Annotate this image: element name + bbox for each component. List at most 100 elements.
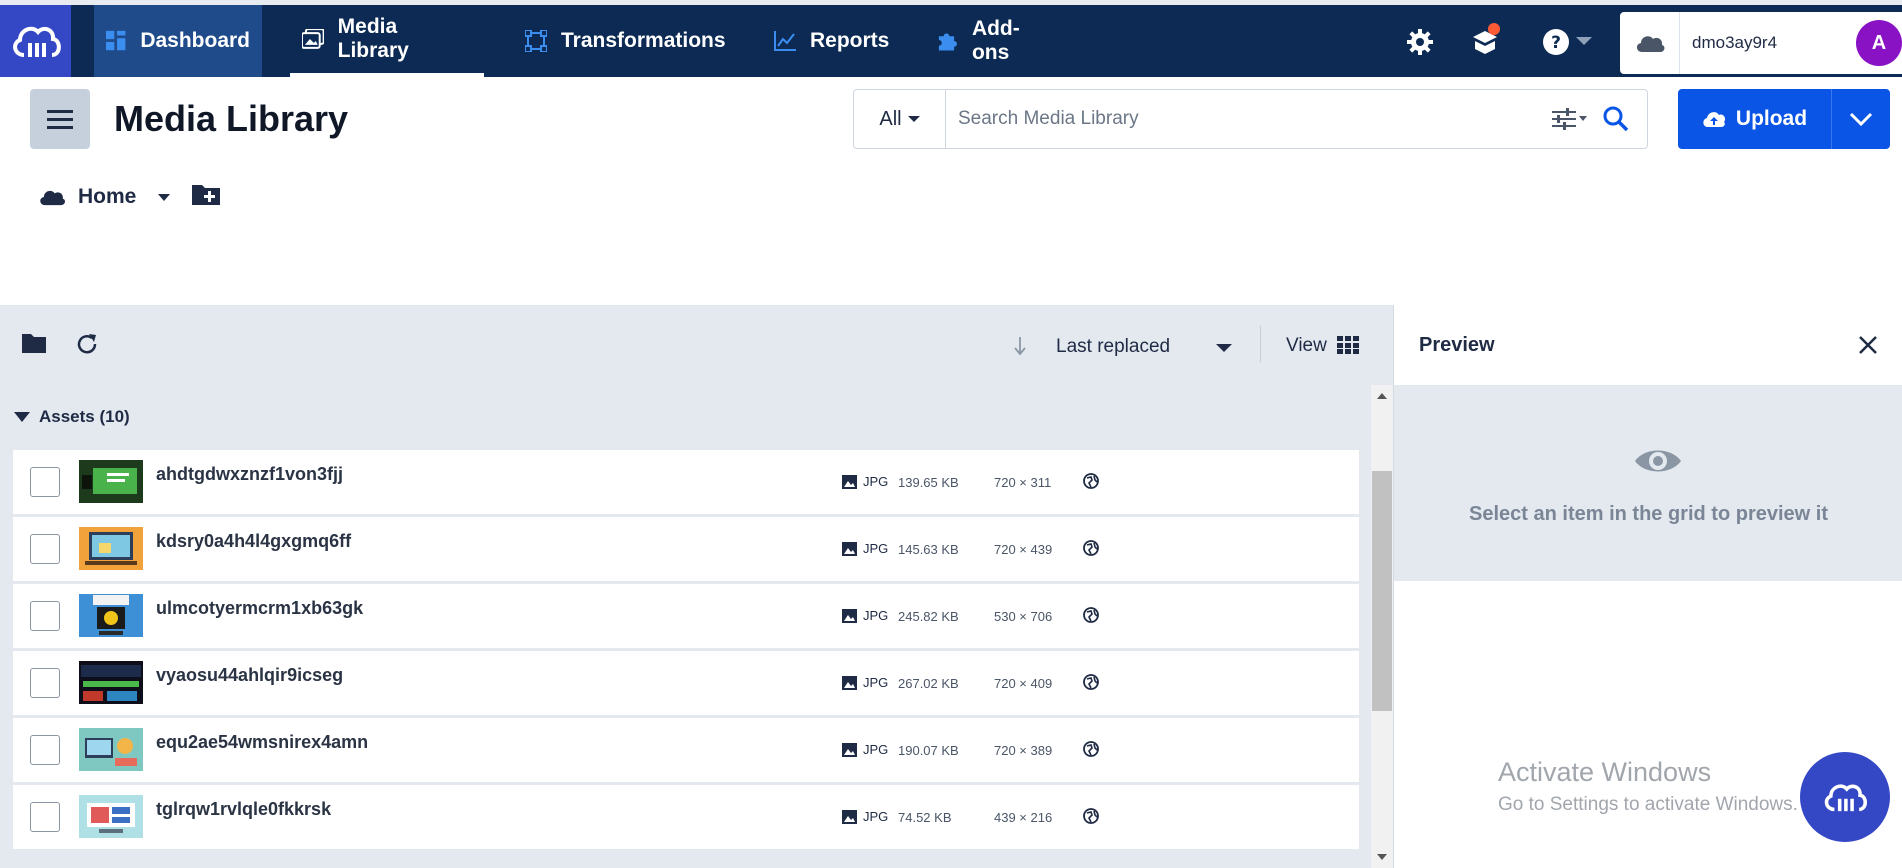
avatar[interactable]: A <box>1856 20 1902 66</box>
help-menu[interactable]: ? <box>1537 25 1597 59</box>
getting-started-icon[interactable] <box>1468 23 1502 59</box>
refresh-icon[interactable] <box>75 332 99 361</box>
search-input[interactable] <box>946 108 1547 130</box>
folder-dropdown-caret-icon[interactable] <box>158 193 171 201</box>
view-label[interactable]: View <box>1286 335 1327 357</box>
asset-dimensions: 439 × 216 <box>994 810 1053 825</box>
new-folder-icon[interactable] <box>192 183 221 211</box>
asset-checkbox[interactable] <box>30 534 60 564</box>
folder-icon[interactable] <box>22 333 46 358</box>
nav-media-library-label: Media Library <box>337 15 409 62</box>
settings-icon[interactable] <box>1403 25 1437 59</box>
cloudinary-logo-icon <box>1824 784 1867 812</box>
asset-format-label: JPG <box>863 809 889 824</box>
nav-reports[interactable]: Reports <box>762 5 902 77</box>
upload-label: Upload <box>1735 107 1808 130</box>
help-icon: ? <box>1543 29 1569 55</box>
cloud-icon <box>40 190 66 206</box>
asset-size: 139.65 KB <box>898 475 959 490</box>
collapse-triangle-icon <box>14 412 30 422</box>
asset-row[interactable]: equ2ae54wmsnirex4amn JPG 190.07 KB 720 ×… <box>13 718 1359 784</box>
asset-size: 190.07 KB <box>898 743 959 758</box>
caret-down-icon <box>907 116 920 122</box>
preview-empty-state: Select an item in the grid to preview it <box>1394 385 1902 581</box>
image-icon <box>842 675 857 690</box>
watermark-line-2: Go to Settings to activate Windows. <box>1498 794 1798 815</box>
search-icon[interactable] <box>1593 106 1639 132</box>
asset-checkbox[interactable] <box>30 735 60 765</box>
sort-direction-icon[interactable] <box>1013 336 1027 361</box>
assets-section-toggle[interactable]: Assets (10) <box>14 407 130 427</box>
assets-count-label: Assets (10) <box>39 407 130 426</box>
puzzle-icon <box>938 33 957 51</box>
asset-dimensions: 720 × 439 <box>994 542 1053 557</box>
sort-select[interactable]: Last replaced <box>1056 336 1170 358</box>
asset-row[interactable]: ulmcotyermcrm1xb63gk JPG 245.82 KB 530 ×… <box>13 584 1359 650</box>
sliders-icon <box>1552 108 1587 130</box>
breadcrumb: Home <box>38 183 221 211</box>
asset-checkbox[interactable] <box>30 668 60 698</box>
page-title: Media Library <box>114 98 349 139</box>
scrollbar-thumb[interactable] <box>1372 471 1392 711</box>
grid-view-icon[interactable] <box>1337 336 1359 359</box>
cloudinary-logo[interactable] <box>0 5 71 77</box>
nav-reports-label: Reports <box>810 29 890 52</box>
asset-checkbox[interactable] <box>30 802 60 832</box>
eye-icon <box>1635 450 1681 472</box>
scroll-down-arrow-icon[interactable] <box>1377 854 1387 860</box>
asset-row[interactable]: vyaosu44ahlqir9icseg JPG 267.02 KB 720 ×… <box>13 651 1359 717</box>
asset-name[interactable]: tglrqw1rvlqle0fkkrsk <box>156 799 331 820</box>
asset-checkbox[interactable] <box>30 467 60 497</box>
chevron-down-icon <box>1576 37 1592 45</box>
breadcrumb-home[interactable]: Home <box>78 185 136 209</box>
scroll-up-arrow-icon[interactable] <box>1377 393 1387 399</box>
public-globe-icon <box>1083 473 1099 494</box>
asset-row[interactable]: kdsry0a4h4l4gxgmq6ff JPG 145.63 KB 720 ×… <box>13 517 1359 583</box>
nav-dashboard[interactable]: Dashboard <box>94 5 262 77</box>
asset-format-label: JPG <box>863 742 889 757</box>
public-globe-icon <box>1083 674 1099 695</box>
close-icon[interactable] <box>1858 335 1878 360</box>
asset-format: JPG <box>842 608 888 623</box>
asset-format: JPG <box>842 541 888 556</box>
asset-name[interactable]: ulmcotyermcrm1xb63gk <box>156 598 363 619</box>
cloudinary-assistant-button[interactable] <box>1800 752 1890 842</box>
asset-name[interactable]: equ2ae54wmsnirex4amn <box>156 732 368 753</box>
asset-format-label: JPG <box>863 608 889 623</box>
nav-media-library[interactable]: Media Library <box>290 5 484 77</box>
asset-dimensions: 720 × 409 <box>994 676 1053 691</box>
assets-list: ahdtgdwxznzf1von3fjj JPG 139.65 KB 720 ×… <box>13 450 1359 852</box>
account-switcher[interactable]: dmo3ay9r4 A <box>1620 12 1902 74</box>
cloud-name: dmo3ay9r4 <box>1692 33 1778 52</box>
asset-thumbnail <box>79 594 143 637</box>
sort-dropdown-caret-icon[interactable] <box>1216 344 1232 352</box>
menu-toggle-button[interactable] <box>30 89 90 149</box>
upload-button[interactable]: Upload <box>1678 89 1832 149</box>
search-scope-label: All <box>879 107 902 130</box>
nav-dashboard-label: Dashboard <box>140 29 250 52</box>
asset-format-label: JPG <box>863 675 889 690</box>
advanced-filter-button[interactable] <box>1547 107 1593 131</box>
asset-row[interactable]: tglrqw1rvlqle0fkkrsk JPG 74.52 KB 439 × … <box>13 785 1359 851</box>
assets-scrollbar[interactable] <box>1371 385 1393 868</box>
asset-thumbnail <box>79 460 143 503</box>
public-globe-icon <box>1083 808 1099 829</box>
asset-format: JPG <box>842 742 888 757</box>
asset-size: 145.63 KB <box>898 542 959 557</box>
upload-options-toggle[interactable] <box>1832 112 1890 126</box>
asset-checkbox[interactable] <box>30 601 60 631</box>
nav-transformations[interactable]: Transformations <box>513 5 743 77</box>
asset-dimensions: 720 × 311 <box>994 475 1052 490</box>
asset-name[interactable]: kdsry0a4h4l4gxgmq6ff <box>156 531 351 552</box>
upload-split-button: Upload <box>1678 89 1890 149</box>
reports-icon <box>774 31 796 51</box>
nav-transformations-label: Transformations <box>561 29 726 52</box>
asset-size: 245.82 KB <box>898 609 959 624</box>
nav-add-ons[interactable]: Add-ons <box>925 5 1065 77</box>
asset-format-label: JPG <box>863 474 889 489</box>
asset-name[interactable]: vyaosu44ahlqir9icseg <box>156 665 343 686</box>
asset-format: JPG <box>842 809 888 824</box>
asset-name[interactable]: ahdtgdwxznzf1von3fjj <box>156 464 343 485</box>
search-scope-select[interactable]: All <box>854 90 946 148</box>
asset-row[interactable]: ahdtgdwxznzf1von3fjj JPG 139.65 KB 720 ×… <box>13 450 1359 516</box>
